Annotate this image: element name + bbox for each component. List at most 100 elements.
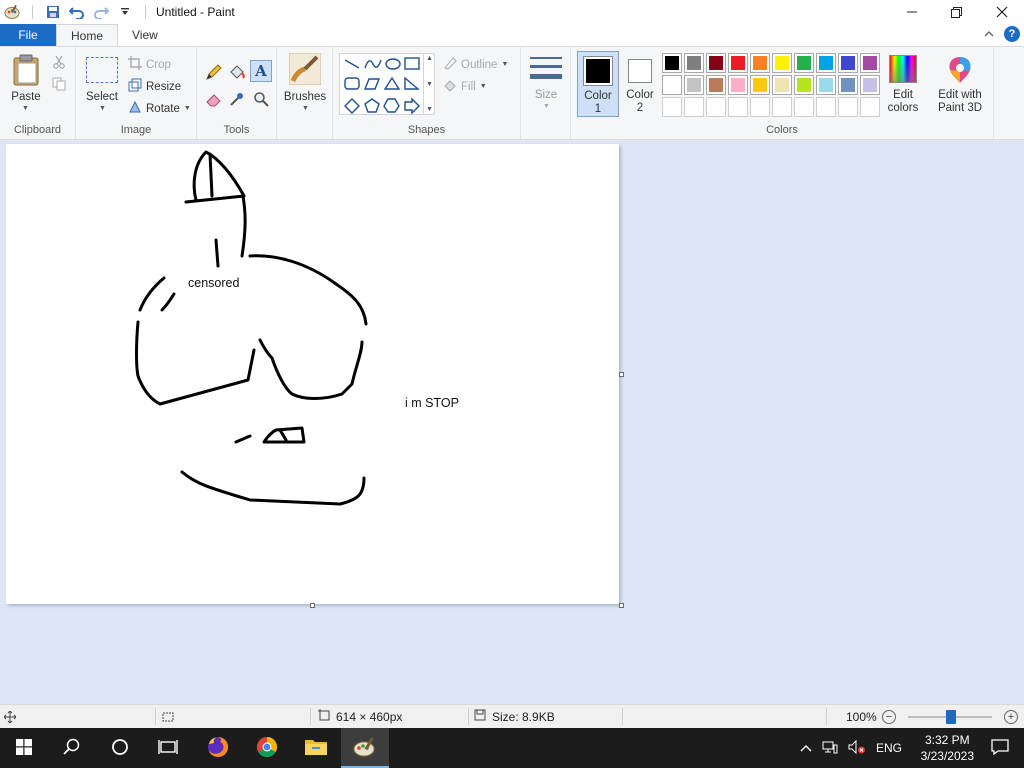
palette-swatch[interactable]	[728, 97, 748, 117]
eraser-icon[interactable]	[205, 91, 223, 110]
brushes-button[interactable]: Brushes ▼	[283, 52, 327, 115]
palette-swatch[interactable]	[838, 53, 858, 73]
show-hidden-icons[interactable]	[800, 741, 812, 755]
chrome-button[interactable]	[243, 728, 291, 768]
redo-icon[interactable]	[91, 2, 111, 22]
palette-swatch[interactable]	[684, 97, 704, 117]
network-icon[interactable]	[822, 740, 838, 757]
cortana-icon	[111, 738, 129, 759]
close-button[interactable]	[979, 0, 1024, 24]
resize-handle-bottom[interactable]	[310, 603, 315, 608]
work-area[interactable]: censored i m STOP	[0, 141, 1024, 704]
firefox-button[interactable]	[194, 728, 242, 768]
edit-colors-button[interactable]: Edit colors	[883, 53, 923, 117]
palette-swatch[interactable]	[794, 53, 814, 73]
palette-swatch[interactable]	[706, 75, 726, 95]
restore-button[interactable]	[934, 0, 979, 24]
resize-handle-right[interactable]	[619, 372, 624, 377]
expand-gallery-icon[interactable]: ▼	[426, 106, 433, 113]
paint-app-icon[interactable]	[2, 2, 22, 22]
crop-button[interactable]: Crop	[128, 56, 171, 73]
color2-number: 2	[636, 102, 644, 114]
palette-swatch[interactable]	[772, 75, 792, 95]
cortana-button[interactable]	[96, 728, 144, 768]
file-explorer-button[interactable]	[292, 728, 340, 768]
tab-view[interactable]: View	[118, 24, 172, 46]
canvas-text-stop: i m STOP	[405, 396, 459, 410]
palette-swatch[interactable]	[662, 75, 682, 95]
action-center-button[interactable]	[976, 728, 1024, 768]
palette-swatch[interactable]	[750, 53, 770, 73]
clock[interactable]: 3:32 PM 3/23/2023	[921, 732, 974, 764]
palette-swatch[interactable]	[816, 97, 836, 117]
palette-swatch[interactable]	[684, 75, 704, 95]
palette-swatch[interactable]	[816, 53, 836, 73]
brushes-label: Brushes	[283, 91, 327, 103]
palette-swatch[interactable]	[794, 97, 814, 117]
palette-swatch[interactable]	[706, 53, 726, 73]
copy-icon[interactable]	[52, 77, 66, 94]
chevron-down-icon[interactable]: ▼	[426, 81, 433, 88]
fill-button[interactable]: Fill ▼	[443, 78, 487, 95]
start-button[interactable]	[0, 728, 48, 768]
minimize-button[interactable]	[889, 0, 934, 24]
fill-bucket-icon[interactable]	[228, 63, 246, 84]
palette-swatch[interactable]	[772, 53, 792, 73]
palette-swatch[interactable]	[728, 53, 748, 73]
palette-swatch[interactable]	[772, 97, 792, 117]
drawing-canvas[interactable]: censored i m STOP	[6, 144, 624, 608]
palette-swatch[interactable]	[662, 53, 682, 73]
color-picker-icon[interactable]	[229, 91, 245, 110]
palette-swatch[interactable]	[860, 75, 880, 95]
image-group-label: Image	[120, 124, 152, 136]
cut-icon[interactable]	[52, 55, 66, 72]
palette-swatch[interactable]	[662, 97, 682, 117]
collapse-ribbon-icon[interactable]	[984, 27, 994, 41]
language-indicator[interactable]: ENG	[876, 741, 902, 755]
edit-with-paint3d-button[interactable]: Edit with Paint 3D	[932, 53, 988, 117]
size-label: Size	[534, 89, 558, 101]
resize-button[interactable]: Resize	[128, 78, 181, 95]
palette-swatch[interactable]	[794, 75, 814, 95]
search-button[interactable]	[48, 728, 96, 768]
tab-file[interactable]: File	[0, 24, 56, 46]
volume-muted-icon[interactable]	[848, 739, 866, 757]
pencil-icon[interactable]	[205, 63, 223, 84]
size-button[interactable]: Size ▼	[528, 55, 564, 115]
magnifier-icon[interactable]	[253, 91, 269, 110]
color2-button[interactable]: Color 2	[620, 51, 662, 117]
zoom-in-button[interactable]: +	[1004, 705, 1018, 728]
rainbow-icon	[889, 55, 917, 83]
palette-swatch[interactable]	[706, 97, 726, 117]
outline-button[interactable]: Outline ▼	[443, 56, 508, 73]
palette-swatch[interactable]	[728, 75, 748, 95]
palette-swatch[interactable]	[750, 75, 770, 95]
shapes-scroll[interactable]: ▲ ▼ ▼	[423, 53, 435, 115]
text-tool-icon[interactable]: A	[250, 60, 272, 82]
customize-toolbar-icon[interactable]	[115, 2, 135, 22]
save-icon[interactable]	[43, 2, 63, 22]
palette-swatch[interactable]	[860, 97, 880, 117]
system-tray: ENG	[800, 728, 902, 768]
shapes-gallery[interactable]	[339, 53, 435, 115]
zoom-out-button[interactable]: −	[882, 705, 896, 728]
help-icon[interactable]: ?	[1004, 26, 1020, 42]
image-group: Select ▼ Crop Resize Rotate ▼ Image	[76, 47, 197, 139]
select-button[interactable]: Select ▼	[82, 53, 122, 115]
chevron-up-icon[interactable]: ▲	[426, 55, 433, 62]
palette-swatch[interactable]	[684, 53, 704, 73]
palette-swatch[interactable]	[816, 75, 836, 95]
paste-button[interactable]: Paste ▼	[6, 51, 46, 113]
palette-swatch[interactable]	[838, 75, 858, 95]
palette-swatch[interactable]	[750, 97, 770, 117]
task-view-button[interactable]	[144, 728, 192, 768]
rotate-button[interactable]: Rotate ▼	[128, 100, 191, 117]
palette-swatch[interactable]	[838, 97, 858, 117]
resize-handle-corner[interactable]	[619, 603, 624, 608]
undo-icon[interactable]	[67, 2, 87, 22]
palette-swatch[interactable]	[860, 53, 880, 73]
zoom-slider-thumb[interactable]	[946, 710, 956, 724]
color1-button[interactable]: Color 1	[577, 51, 619, 117]
paint-taskbar-button[interactable]	[341, 728, 389, 768]
tab-home[interactable]: Home	[56, 24, 119, 46]
